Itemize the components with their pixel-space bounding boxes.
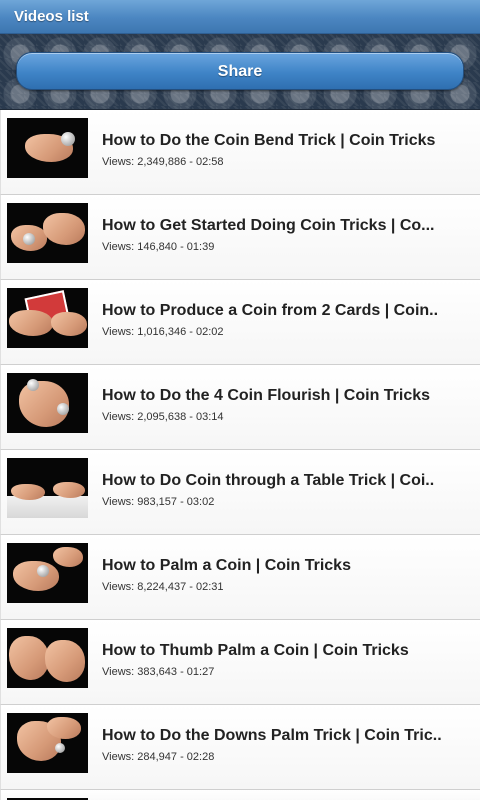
share-banner: Share xyxy=(0,34,480,110)
video-list-item[interactable]: How to Do the 4 Coin Flourish | Coin Tri… xyxy=(0,365,480,450)
video-meta: Views: 2,349,886 - 02:58 xyxy=(102,156,224,168)
video-thumbnail xyxy=(7,373,88,433)
video-title: How to Do Coin through a Table Trick | C… xyxy=(102,472,435,489)
video-list-item[interactable]: How to Do the Downs Palm Trick | Coin Tr… xyxy=(0,705,480,790)
video-thumbnail xyxy=(7,713,88,773)
video-meta: Views: 284,947 - 02:28 xyxy=(102,751,215,763)
videos-list[interactable]: How to Do the Coin Bend Trick | Coin Tri… xyxy=(0,110,480,800)
video-list-item[interactable]: How to Do Coin through a Table Trick | C… xyxy=(0,450,480,535)
video-meta: Views: 146,840 - 01:39 xyxy=(102,241,215,253)
screen-title: Videos list xyxy=(14,8,89,25)
video-title: How to Get Started Doing Coin Tricks | C… xyxy=(102,217,435,234)
video-thumbnail xyxy=(7,288,88,348)
video-thumbnail xyxy=(7,543,88,603)
video-meta: Views: 983,157 - 03:02 xyxy=(102,496,215,508)
video-list-item[interactable]: How to Thumb Palm a Coin | Coin Tricks V… xyxy=(0,620,480,705)
video-meta: Views: 1,016,346 - 02:02 xyxy=(102,326,224,338)
video-list-item[interactable]: How to Palm a Coin | Coin Tricks Views: … xyxy=(0,535,480,620)
video-title: How to Produce a Coin from 2 Cards | Coi… xyxy=(102,302,439,319)
video-list-item[interactable]: How to Do the Coin Bend Trick | Coin Tri… xyxy=(0,110,480,195)
video-thumbnail xyxy=(7,203,88,263)
video-thumbnail xyxy=(7,118,88,178)
video-meta: Views: 383,643 - 01:27 xyxy=(102,666,215,678)
video-list-item[interactable] xyxy=(0,790,480,800)
video-list-item[interactable]: How to Get Started Doing Coin Tricks | C… xyxy=(0,195,480,280)
video-meta: Views: 2,095,638 - 03:14 xyxy=(102,411,224,423)
video-title: How to Thumb Palm a Coin | Coin Tricks xyxy=(102,642,409,659)
video-list-item[interactable]: How to Produce a Coin from 2 Cards | Coi… xyxy=(0,280,480,365)
video-title: How to Do the Downs Palm Trick | Coin Tr… xyxy=(102,727,442,744)
video-thumbnail xyxy=(7,458,88,518)
video-title: How to Do the Coin Bend Trick | Coin Tri… xyxy=(102,132,436,149)
video-meta: Views: 8,224,437 - 02:31 xyxy=(102,581,224,593)
video-title: How to Do the 4 Coin Flourish | Coin Tri… xyxy=(102,387,431,404)
video-thumbnail xyxy=(7,628,88,688)
video-title: How to Palm a Coin | Coin Tricks xyxy=(102,557,351,574)
title-bar: Videos list xyxy=(0,0,480,34)
share-button[interactable]: Share xyxy=(16,52,464,90)
